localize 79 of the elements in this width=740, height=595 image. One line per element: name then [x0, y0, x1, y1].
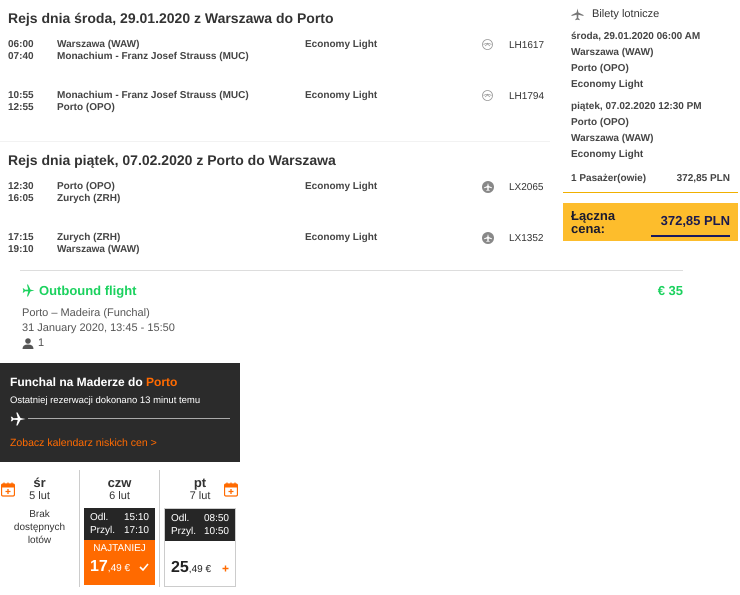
leg-detail: Porto (OPO)	[571, 62, 630, 76]
airplane-icon	[10, 412, 26, 426]
leg-detail: Economy Light	[571, 78, 644, 92]
cheapest-label: NAJTANIEJ	[92, 542, 147, 555]
fare-class: Economy Light	[305, 232, 378, 243]
leg-detail: Economy Light	[571, 148, 644, 162]
trip-heading: Rejs dnia środa, 29.01.2020 z Warszawa do Porto	[8, 9, 334, 27]
arrival-time: 16:05	[8, 193, 35, 205]
airline-logo-icon	[482, 232, 494, 244]
arrival-time: 07:40	[8, 51, 35, 63]
arrival-time: 17:10	[124, 524, 149, 537]
plus-icon	[222, 564, 229, 572]
departure-airport: Zurych (ZRH)	[57, 232, 122, 244]
departure-time: 08:50	[204, 512, 229, 525]
airline-logo-icon	[482, 90, 493, 101]
date-label: 6 lut	[108, 490, 131, 503]
total-label: Łączna cena:	[571, 208, 616, 235]
arrival-label: Przyl.	[90, 524, 115, 537]
departure-time: 10:55	[8, 90, 35, 102]
leg-date: środa, 29.01.2020 06:00 AM	[571, 30, 702, 44]
summary-title: Bilety lotnicze	[592, 7, 660, 22]
airline-logo-icon	[482, 181, 494, 193]
trip-heading: Rejs dnia piątek, 07.02.2020 z Porto do Warszawa	[8, 151, 337, 169]
arrival-airport: Monachium - Franz Josef Strauss (MUC)	[57, 51, 250, 63]
departure-time: 12:30	[8, 181, 35, 193]
arrival-airport: Warszawa (WAW)	[57, 244, 140, 256]
fare-card[interactable]: Odl. 08:50 Przyl. 10:50 25,49 €	[164, 508, 236, 587]
date-label: 5 lut	[28, 490, 51, 503]
leg-detail: Warszawa (WAW)	[571, 132, 654, 146]
leg-date: piątek, 07.02.2020 12:30 PM	[571, 100, 703, 114]
person-icon	[22, 338, 34, 348]
flight-number: LX1352	[509, 233, 544, 244]
calendar-icon	[1, 482, 15, 497]
fare-price: 17,49 €	[90, 560, 130, 575]
date-label: 7 lut	[188, 490, 212, 503]
departure-time: 06:00	[8, 39, 35, 51]
fare-card[interactable]: Odl. 15:10 Przyl. 17:10 NAJTANIEJ 17,49 €	[84, 508, 155, 585]
total-price: 372,85 PLN	[650, 206, 730, 237]
fare-class: Economy Light	[305, 181, 378, 192]
arrival-airport: Porto (OPO)	[57, 102, 116, 114]
airplane-icon	[571, 8, 584, 21]
departure-label: Odl.	[171, 512, 190, 525]
passenger-count: 1	[38, 336, 44, 350]
flight-number: LH1794	[509, 91, 544, 102]
departure-time: 15:10	[124, 510, 149, 524]
booking-note: Ostatniej rezerwacji dokonano 13 minut temu	[10, 394, 202, 408]
departure-label: Odl.	[90, 510, 108, 524]
weekday-label: śr	[32, 476, 47, 490]
checkmark-icon	[139, 563, 149, 572]
arrival-time: 12:55	[8, 102, 35, 114]
airline-logo-icon	[482, 39, 493, 50]
weekday-label: czw	[106, 476, 132, 490]
airplane-icon	[22, 284, 35, 298]
departure-time: 17:15	[8, 232, 35, 244]
flight-number: LH1617	[509, 40, 544, 51]
date-time-text: 31 January 2020, 13:45 - 15:50	[22, 320, 176, 336]
fare-price: 25,49 €	[171, 560, 212, 576]
outbound-price: € 35	[658, 282, 683, 300]
fare-class: Economy Light	[305, 90, 378, 101]
departure-airport: Warszawa (WAW)	[57, 39, 140, 51]
fare-class: Economy Light	[305, 39, 378, 50]
banner-title: Funchal na Maderze do Porto	[10, 374, 178, 390]
departure-airport: Porto (OPO)	[57, 181, 116, 193]
leg-detail: Porto (OPO)	[571, 116, 630, 130]
arrival-time: 19:10	[8, 244, 35, 256]
arrival-label: Przyl.	[171, 524, 196, 538]
subtotal-price: 372,85 PLN	[676, 172, 730, 186]
flight-number: LX2065	[509, 182, 544, 193]
route-text: Porto – Madeira (Funchal)	[22, 306, 151, 320]
outbound-title: Outbound flight	[39, 282, 136, 300]
departure-airport: Monachium - Franz Josef Strauss (MUC)	[57, 90, 250, 102]
no-flights-text: Brak dostępnych lotów	[12, 508, 66, 547]
weekday-label: pt	[192, 476, 208, 490]
passenger-count: 1 Pasażer(owie)	[571, 172, 646, 186]
leg-detail: Warszawa (WAW)	[571, 46, 654, 60]
calendar-icon	[224, 482, 238, 497]
calendar-link[interactable]: Zobacz kalendarz niskich cen >	[10, 436, 157, 449]
arrival-time: 10:50	[204, 524, 229, 538]
arrival-airport: Zurych (ZRH)	[57, 193, 122, 205]
